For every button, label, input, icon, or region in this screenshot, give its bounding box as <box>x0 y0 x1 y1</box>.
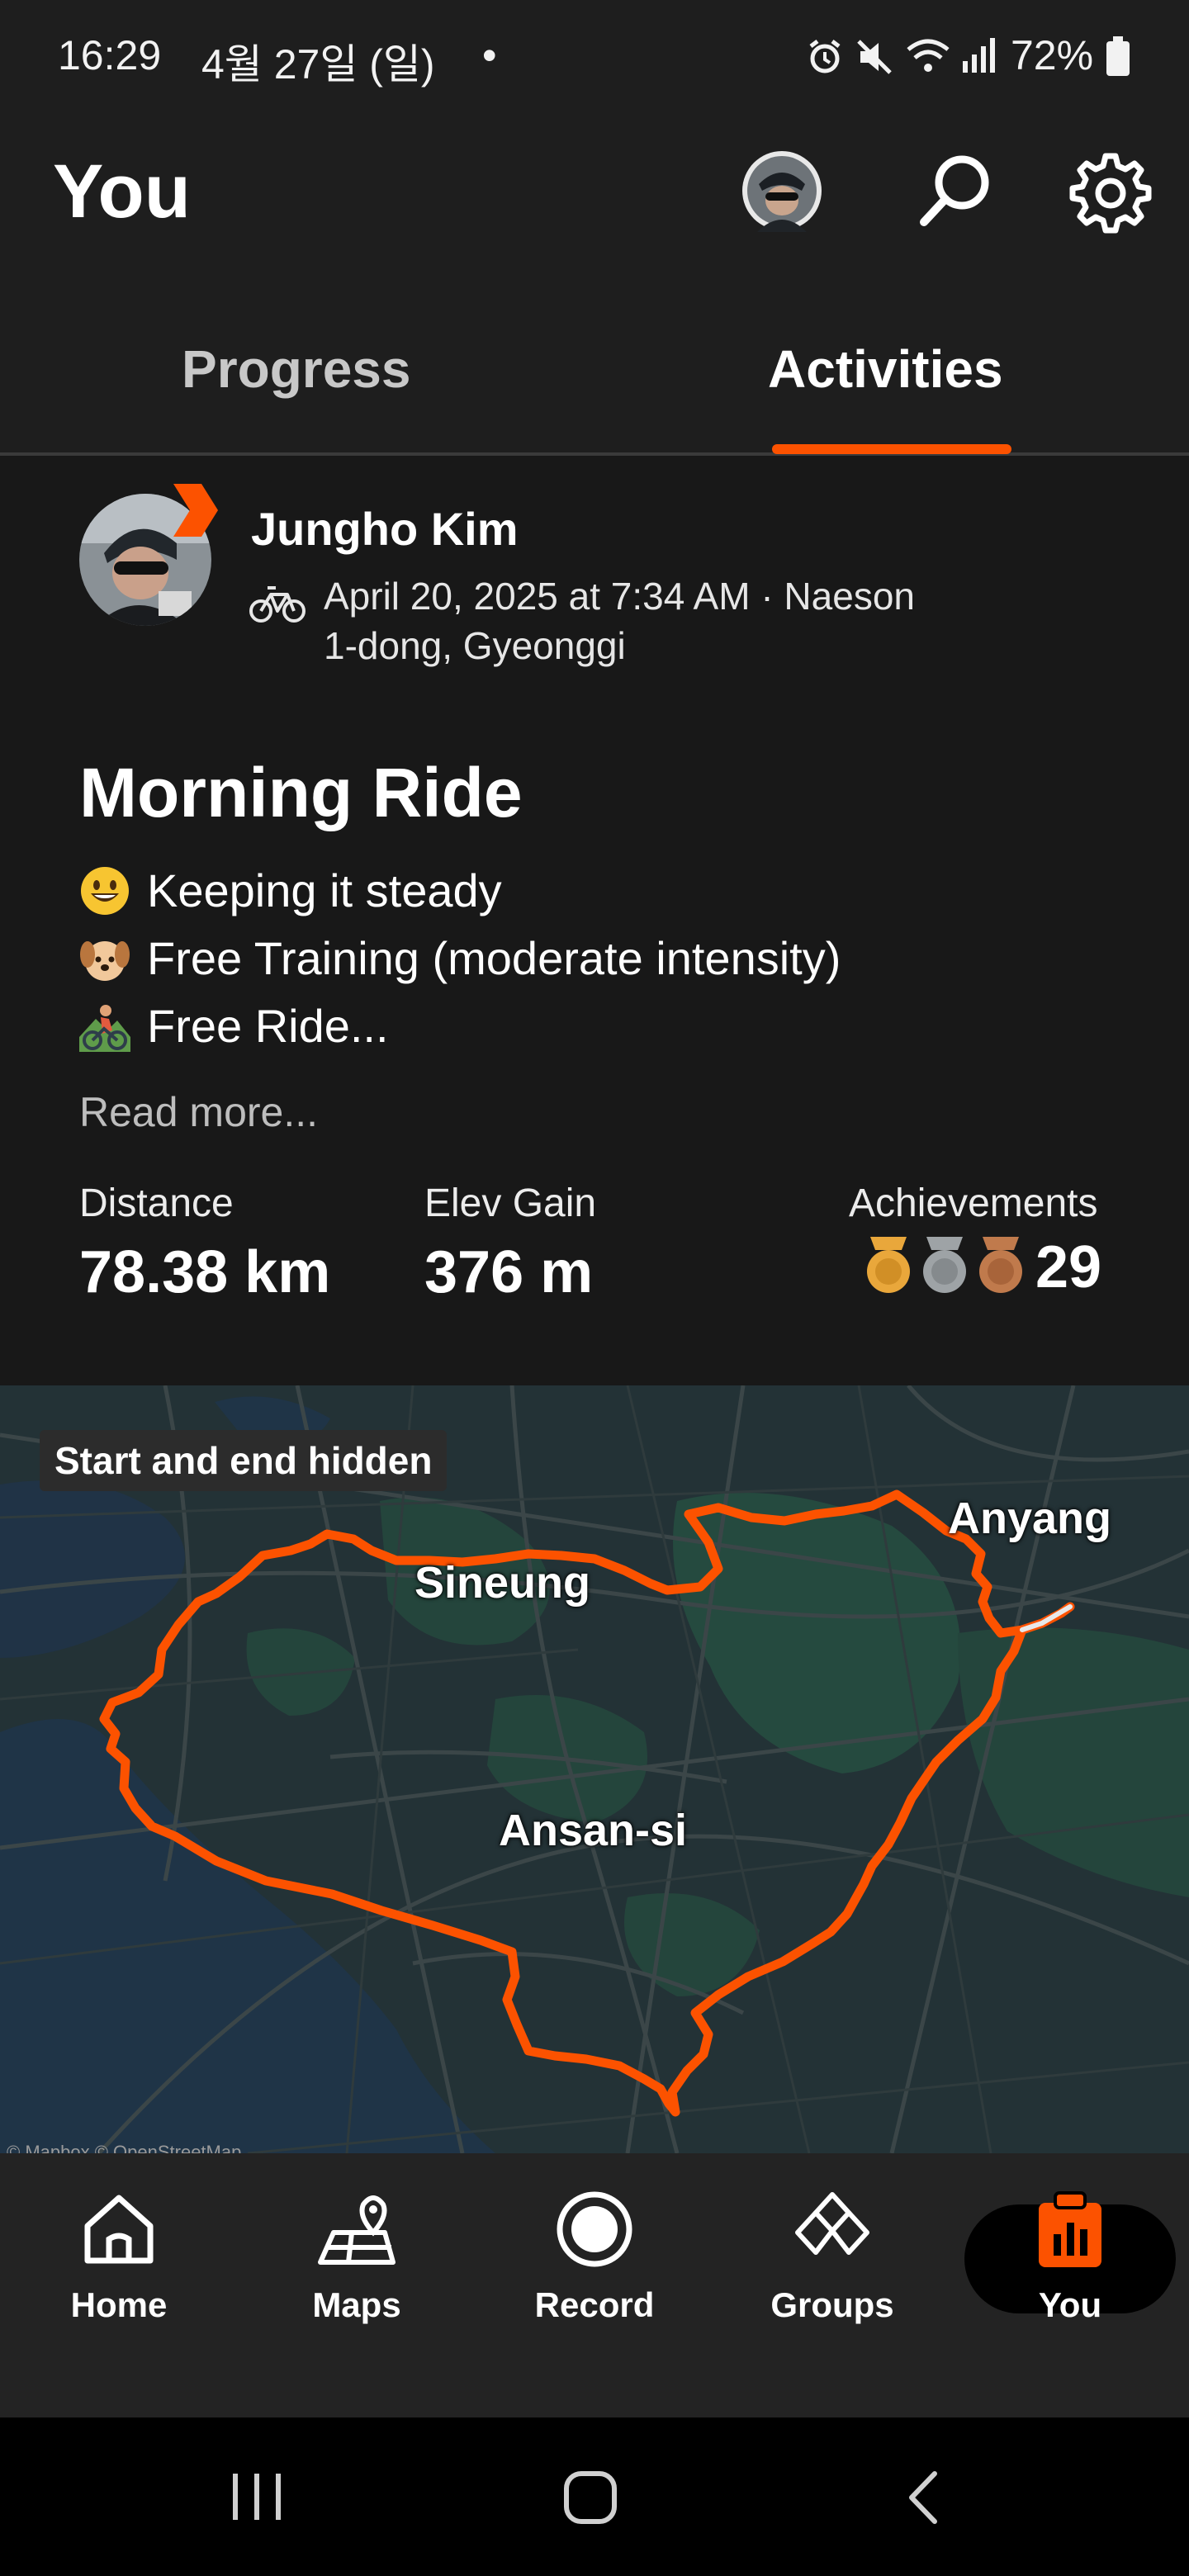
map-label-anyang: Anyang <box>948 1494 1112 1543</box>
battery-icon <box>1106 36 1130 76</box>
cyclist-emoji-icon <box>79 1004 130 1052</box>
map-label-ansan: Ansan-si <box>499 1806 688 1855</box>
gold-medal-icon <box>867 1237 910 1293</box>
silver-medal-icon <box>923 1237 966 1293</box>
status-dot: • <box>482 32 497 78</box>
description-text: Free Ride... <box>147 1000 389 1052</box>
activity-title[interactable]: Morning Ride <box>79 753 523 833</box>
description-line: Free Training (moderate intensity) <box>79 931 841 985</box>
avatar <box>742 151 822 232</box>
system-nav-bar <box>0 2417 1189 2576</box>
nav-label: You <box>1038 2285 1102 2324</box>
activity-location: 1-dong, Gyeonggi <box>324 624 626 667</box>
page-title: You <box>53 149 191 234</box>
subscriber-badge-icon <box>173 484 218 537</box>
battery-percent: 72% <box>1011 32 1094 78</box>
nav-record[interactable]: Record <box>495 2188 694 2370</box>
privacy-chip: Start and end hidden <box>40 1430 448 1491</box>
description-text: Free Training (moderate intensity) <box>147 932 841 984</box>
tab-progress[interactable]: Progress <box>182 339 410 400</box>
record-icon <box>557 2191 632 2267</box>
elev-gain-value: 376 m <box>424 1239 594 1305</box>
search-button[interactable] <box>910 145 1001 236</box>
elev-gain-label: Elev Gain <box>424 1181 597 1225</box>
you-icon <box>1039 2191 1101 2267</box>
active-tab-indicator <box>772 444 1011 454</box>
nav-home[interactable]: Home <box>20 2188 218 2370</box>
alarm-icon <box>809 40 841 73</box>
map-label-sineung: Sineung <box>414 1558 590 1608</box>
nav-groups[interactable]: Groups <box>733 2188 931 2370</box>
description-text: Keeping it steady <box>147 864 502 916</box>
signal-icon <box>963 38 995 73</box>
status-bar: 16:29 4월 27일 (일) • 72% <box>0 0 1189 116</box>
distance-value: 78.38 km <box>79 1239 331 1305</box>
nav-label: Maps <box>312 2285 401 2324</box>
achievements-label: Achievements <box>849 1181 1098 1225</box>
read-more-link[interactable]: Read more... <box>79 1088 318 1136</box>
activity-date-location: April 20, 2025 at 7:34 AM · Naeson <box>324 575 915 618</box>
description-line: Free Ride... <box>79 999 389 1053</box>
athlete-name[interactable]: Jungho Kim <box>251 502 519 556</box>
nav-you[interactable]: You <box>971 2188 1169 2370</box>
recent-apps-icon[interactable] <box>228 2470 286 2523</box>
bronze-medal-icon <box>979 1237 1022 1293</box>
nav-label: Home <box>70 2285 168 2324</box>
activity-meta: April 20, 2025 at 7:34 AM · Naeson 1-don… <box>324 571 1001 670</box>
wifi-icon <box>907 39 950 72</box>
distance-label: Distance <box>79 1181 234 1225</box>
tab-activities[interactable]: Activities <box>768 339 1003 400</box>
back-icon[interactable] <box>903 2469 945 2526</box>
groups-icon <box>795 2192 869 2255</box>
smiley-emoji-icon <box>81 866 129 915</box>
nav-label: Groups <box>770 2285 894 2324</box>
home-system-icon[interactable] <box>561 2469 619 2526</box>
description-line: Keeping it steady <box>79 864 502 917</box>
bike-icon <box>249 586 306 623</box>
medals-icon <box>867 1237 1022 1293</box>
mute-icon <box>857 40 892 74</box>
profile-avatar-button[interactable] <box>737 145 827 236</box>
gear-icon <box>1069 153 1152 234</box>
achievements-count: 29 <box>1035 1234 1102 1300</box>
status-date: 4월 27일 (일) <box>201 41 435 88</box>
status-time: 16:29 <box>58 32 162 78</box>
nav-label: Record <box>534 2285 655 2324</box>
home-icon <box>84 2195 154 2264</box>
dog-emoji-icon <box>80 940 130 981</box>
nav-maps[interactable]: Maps <box>258 2188 456 2370</box>
search-icon <box>920 155 989 226</box>
settings-button[interactable] <box>1065 147 1156 238</box>
maps-icon <box>318 2195 396 2265</box>
